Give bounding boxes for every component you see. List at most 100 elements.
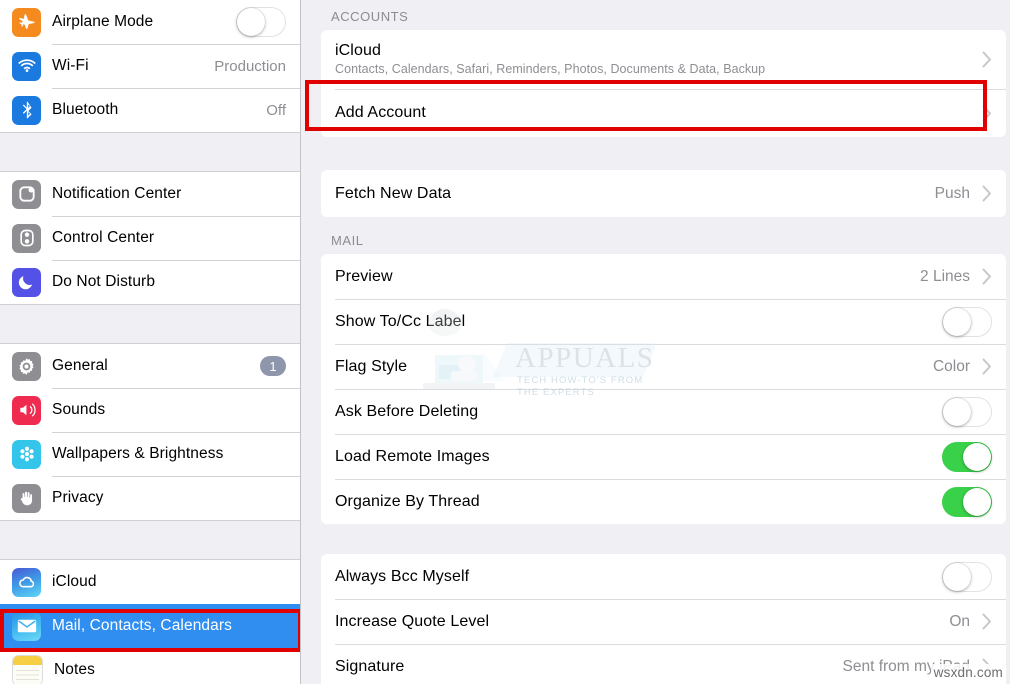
switch-knob	[963, 487, 991, 516]
sidebar-item-control-center[interactable]: Control Center	[0, 216, 300, 260]
switch-knob	[943, 307, 971, 336]
row-title: Fetch New Data	[335, 184, 452, 202]
chevron-right-icon	[982, 358, 992, 375]
sidebar-item-airplane-mode[interactable]: Airplane Mode	[0, 0, 300, 44]
gear-icon	[12, 351, 41, 381]
fetch-new-data-card: Fetch New Data Push	[321, 170, 1006, 217]
sidebar-item-label: General	[52, 357, 108, 374]
control-center-icon	[12, 223, 41, 253]
sidebar-item-wifi[interactable]: Wi-Fi Production	[0, 44, 300, 88]
row-title: Organize By Thread	[335, 492, 480, 510]
row-value: On	[949, 612, 970, 630]
sidebar-item-label: Mail, Contacts, Calendars	[52, 617, 232, 634]
mail-icon	[12, 611, 41, 641]
sidebar-item-label: Notes	[54, 661, 95, 678]
mail-settings-card: Preview 2 Lines Show To/Cc Label Flag St…	[321, 254, 1006, 524]
sidebar-item-value: Production	[214, 57, 286, 75]
account-row-add-account[interactable]: Add Account	[321, 89, 1006, 137]
sidebar-item-notes[interactable]: Notes	[0, 648, 300, 684]
row-value: Push	[934, 184, 970, 202]
row-fetch-new-data[interactable]: Fetch New Data Push	[321, 170, 1006, 217]
sidebar-item-label: iCloud	[52, 573, 97, 590]
chevron-right-icon	[982, 105, 992, 122]
switch-knob	[943, 562, 971, 591]
row-increase-quote-level[interactable]: Increase Quote Level On	[321, 599, 1006, 644]
always-bcc-myself-switch[interactable]	[942, 561, 992, 592]
sidebar-item-label: Wallpapers & Brightness	[52, 445, 224, 462]
mail-contacts-calendars-pane: ACCOUNTS iCloud Contacts, Calendars, Saf…	[301, 0, 1010, 684]
privacy-hand-icon	[12, 483, 41, 513]
sidebar-item-label: Bluetooth	[52, 101, 119, 118]
sidebar-group-divider	[0, 520, 300, 560]
switch-knob	[237, 8, 265, 36]
row-title: Increase Quote Level	[335, 612, 490, 630]
notes-icon	[12, 654, 43, 684]
chevron-right-icon	[982, 185, 992, 202]
row-value: Color	[932, 357, 970, 375]
chevron-right-icon	[982, 268, 992, 285]
sidebar-item-label: Airplane Mode	[52, 13, 154, 30]
bluetooth-icon	[12, 95, 41, 125]
chevron-right-icon	[982, 613, 992, 630]
row-title: Signature	[335, 657, 405, 675]
mail-section-header: MAIL	[331, 233, 364, 248]
account-title: Add Account	[335, 104, 426, 121]
notification-center-icon	[12, 179, 41, 209]
sidebar-item-icloud[interactable]: iCloud	[0, 560, 300, 604]
sidebar-item-sounds[interactable]: Sounds	[0, 388, 300, 432]
do-not-disturb-icon	[12, 267, 41, 297]
sidebar-item-privacy[interactable]: Privacy	[0, 476, 300, 520]
sidebar-item-label: Control Center	[52, 229, 155, 246]
sidebar-item-label: Do Not Disturb	[52, 273, 156, 290]
sidebar-item-label: Wi-Fi	[52, 57, 89, 74]
sidebar-group-divider	[0, 132, 300, 172]
row-signature[interactable]: Signature Sent from my iPad	[321, 644, 1006, 684]
sounds-icon	[12, 395, 41, 425]
sidebar-group-accounts: iCloud Mail, Contacts, Calendars Notes	[0, 560, 300, 684]
sidebar-item-do-not-disturb[interactable]: Do Not Disturb	[0, 260, 300, 304]
sidebar-group-connectivity: Airplane Mode Wi-Fi Production Bluetooth…	[0, 0, 300, 132]
row-flag-style[interactable]: Flag Style Color	[321, 344, 1006, 389]
load-remote-images-switch[interactable]	[942, 441, 992, 472]
row-load-remote-images[interactable]: Load Remote Images	[321, 434, 1006, 479]
ask-before-deleting-switch[interactable]	[942, 396, 992, 427]
airplane-mode-switch[interactable]	[236, 7, 286, 37]
sidebar-group-divider	[0, 304, 300, 344]
sidebar-item-mail-contacts-calendars[interactable]: Mail, Contacts, Calendars	[0, 604, 300, 648]
row-organize-by-thread[interactable]: Organize By Thread	[321, 479, 1006, 524]
organize-by-thread-switch[interactable]	[942, 486, 992, 517]
icloud-icon	[12, 567, 41, 597]
settings-sidebar[interactable]: Airplane Mode Wi-Fi Production Bluetooth…	[0, 0, 301, 684]
sidebar-item-bluetooth[interactable]: Bluetooth Off	[0, 88, 300, 132]
sidebar-item-label: Notification Center	[52, 185, 182, 202]
row-title: Ask Before Deleting	[335, 402, 479, 420]
row-title: Always Bcc Myself	[335, 567, 470, 585]
row-value: 2 Lines	[920, 267, 970, 285]
account-subtitle: Contacts, Calendars, Safari, Reminders, …	[335, 62, 766, 76]
wallpapers-icon	[12, 439, 41, 469]
sidebar-item-general[interactable]: General 1	[0, 344, 300, 388]
accounts-card: iCloud Contacts, Calendars, Safari, Remi…	[321, 30, 1006, 137]
wifi-icon	[12, 51, 41, 81]
sidebar-item-notification-center[interactable]: Notification Center	[0, 172, 300, 216]
row-show-to-cc-label[interactable]: Show To/Cc Label	[321, 299, 1006, 344]
sidebar-item-value: Off	[266, 101, 286, 119]
sidebar-item-wallpapers-brightness[interactable]: Wallpapers & Brightness	[0, 432, 300, 476]
show-to-cc-label-switch[interactable]	[942, 306, 992, 337]
row-preview[interactable]: Preview 2 Lines	[321, 254, 1006, 299]
airplane-icon	[12, 7, 41, 37]
row-always-bcc-myself[interactable]: Always Bcc Myself	[321, 554, 1006, 599]
accounts-section-header: ACCOUNTS	[331, 9, 409, 24]
sidebar-item-label: Sounds	[52, 401, 106, 418]
row-title: Load Remote Images	[335, 447, 490, 465]
site-watermark: wsxdn.com	[930, 664, 1006, 681]
account-title: iCloud	[335, 42, 381, 59]
row-title: Flag Style	[335, 357, 408, 375]
compose-settings-card: Always Bcc Myself Increase Quote Level O…	[321, 554, 1006, 684]
row-title: Preview	[335, 267, 393, 285]
account-row-icloud[interactable]: iCloud Contacts, Calendars, Safari, Remi…	[321, 30, 1006, 89]
row-ask-before-deleting[interactable]: Ask Before Deleting	[321, 389, 1006, 434]
switch-knob	[943, 397, 971, 426]
sidebar-group-system: General 1 Sounds Wallpapers & Brightness	[0, 344, 300, 520]
ios-settings-screen: Airplane Mode Wi-Fi Production Bluetooth…	[0, 0, 1010, 684]
